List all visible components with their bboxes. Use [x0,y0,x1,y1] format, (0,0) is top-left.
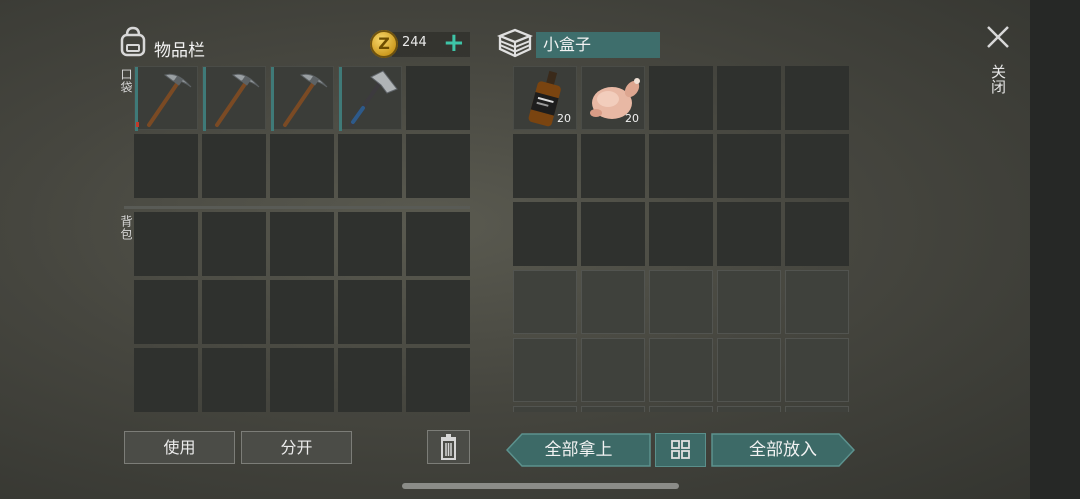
backpack-slot[interactable] [134,280,198,344]
container-slot-locked [649,338,713,402]
pocket-slot-empty[interactable] [338,134,402,198]
backpack-slot[interactable] [406,348,470,412]
pocket-label: 口袋 [119,68,133,94]
trash-icon [441,434,456,460]
pocket-slot-empty[interactable] [134,134,198,198]
pocket-slot-empty[interactable] [406,134,470,198]
pocket-slot-empty[interactable] [270,134,334,198]
container-slot-locked [785,270,849,334]
container-slot-locked [785,338,849,402]
backpack-slot[interactable] [338,280,402,344]
backpack-slot[interactable] [202,348,266,412]
backpack-grid [134,212,470,412]
container-slot[interactable] [649,202,713,266]
backpack-label: 背包 [119,215,133,241]
container-slot-locked [581,338,645,402]
add-coins-button[interactable]: + [443,30,465,56]
backpack-slot[interactable] [134,212,198,276]
divider [124,206,470,209]
container-slot-chicken[interactable]: 20 [581,66,645,130]
pocket-slot-empty[interactable] [406,66,470,130]
close-label[interactable]: 关闭 [988,64,1009,94]
close-icon[interactable] [985,24,1011,50]
container-slot[interactable] [513,134,577,198]
container-slot[interactable] [649,134,713,198]
item-quantity: 20 [557,112,571,125]
backpack-slot[interactable] [202,280,266,344]
container-slot[interactable] [717,134,781,198]
grid-sort-icon [671,440,690,459]
backpack-slot[interactable] [270,212,334,276]
durability-bar [136,122,139,127]
container-slot-locked [649,406,713,412]
container-slot[interactable] [717,66,781,130]
container-slot-locked [581,406,645,412]
pocket-slot-pickaxe[interactable] [134,66,198,131]
home-indicator[interactable] [402,483,679,489]
trash-button[interactable] [427,430,470,464]
coin-icon: Z [370,30,398,58]
container-slot-locked [717,406,781,412]
backpack-slot[interactable] [406,212,470,276]
take-all-button[interactable]: 全部拿上 [506,433,651,467]
container-slot[interactable] [717,202,781,266]
sort-button[interactable] [655,433,706,467]
split-button[interactable]: 分开 [241,431,352,464]
put-all-button[interactable]: 全部放入 [711,433,855,467]
item-quantity: 20 [625,112,639,125]
backpack-slot[interactable] [134,348,198,412]
backpack-icon [120,26,146,57]
put-all-label: 全部放入 [749,440,817,460]
pocket-slot-pickaxe[interactable] [270,66,334,131]
container-slot[interactable] [581,202,645,266]
pickaxe-icon [215,73,260,127]
backpack-slot[interactable] [270,348,334,412]
container-slot[interactable] [649,66,713,130]
container-slot-whiskey[interactable]: 20 [513,66,577,130]
container-slot-locked [785,406,849,412]
container-slot-locked [717,338,781,402]
backpack-slot[interactable] [406,280,470,344]
container-slot-locked [513,406,577,412]
container-slot-locked [513,270,577,334]
backpack-slot[interactable] [202,212,266,276]
pocket-grid [134,66,470,198]
container-slot-locked [717,270,781,334]
container-slot[interactable] [513,202,577,266]
container-slot-locked [513,338,577,402]
container-slot[interactable] [581,134,645,198]
container-slot[interactable] [785,134,849,198]
pocket-slot-pickaxe[interactable] [202,66,266,131]
container-grid: 20 20 [513,66,849,412]
pickaxe-icon [147,73,192,127]
coin-count: 244 [402,35,427,50]
box-icon [497,28,533,58]
take-all-label: 全部拿上 [544,440,613,460]
container-name-field[interactable]: 小盒子 [536,32,660,58]
pocket-slot-hatchet[interactable] [338,66,402,131]
container-slot-locked [649,270,713,334]
hatchet-icon [349,70,398,127]
inventory-title: 物品栏 [154,41,205,61]
pocket-slot-empty[interactable] [202,134,266,198]
pickaxe-icon [283,73,328,127]
container-slot-locked [581,270,645,334]
backpack-slot[interactable] [338,212,402,276]
container-slot[interactable] [785,66,849,130]
container-slot[interactable] [785,202,849,266]
backpack-slot[interactable] [270,280,334,344]
backpack-slot[interactable] [338,348,402,412]
screen-edge [1030,0,1080,499]
use-button[interactable]: 使用 [124,431,235,464]
